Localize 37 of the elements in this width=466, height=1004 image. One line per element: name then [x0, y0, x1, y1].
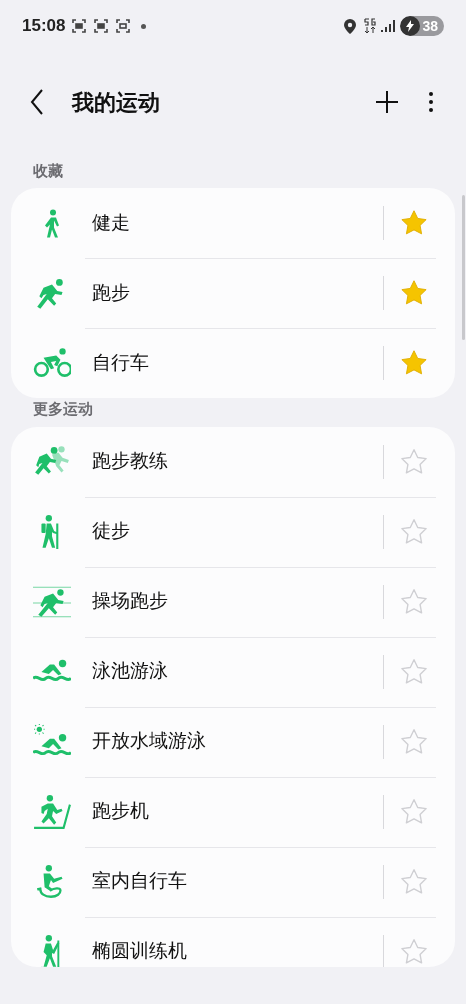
charging-icon: [406, 20, 415, 32]
section-header: 更多运动: [33, 399, 93, 419]
section-header: 收藏: [33, 160, 63, 181]
signal-icon: [381, 20, 396, 32]
favorite-star-icon[interactable]: [400, 279, 428, 307]
walking-figure-icon: [44, 208, 60, 238]
star-outline-icon[interactable]: [400, 517, 428, 546]
activity-label[interactable]: 健走: [92, 208, 383, 238]
star-outline-icon[interactable]: [400, 447, 428, 476]
activity-label[interactable]: 室内自行车: [92, 867, 383, 896]
favorite-star-icon[interactable]: [400, 209, 428, 237]
activity-label[interactable]: 跑步机: [92, 797, 383, 826]
page-title: 我的运动: [72, 88, 160, 117]
activity-label[interactable]: 泳池游泳: [92, 657, 383, 686]
screenshot-icon: [115, 18, 132, 34]
location-icon: [344, 18, 357, 34]
activity-label[interactable]: 自行车: [92, 348, 383, 378]
activity-label[interactable]: 椭圆训练机: [92, 937, 383, 966]
treadmill-runner-icon: [33, 793, 71, 830]
status-time: 15:08: [22, 15, 66, 38]
star-outline-icon[interactable]: [400, 937, 428, 966]
screen-recorder-icon: [71, 18, 88, 34]
activity-label[interactable]: 跑步教练: [92, 447, 383, 476]
star-outline-icon[interactable]: [400, 797, 428, 826]
star-outline-icon[interactable]: [400, 727, 428, 756]
favorite-star-icon[interactable]: [400, 349, 428, 377]
star-outline-icon[interactable]: [400, 587, 428, 616]
activity-label[interactable]: 开放水域游泳: [92, 727, 383, 756]
battery-level: 38: [422, 16, 438, 36]
star-outline-icon[interactable]: [400, 657, 428, 686]
activity-label[interactable]: 跑步: [92, 278, 383, 308]
activity-label[interactable]: 徒步: [92, 517, 383, 546]
mobile-data-icon: [364, 18, 377, 34]
activity-label[interactable]: 操场跑步: [92, 587, 383, 616]
star-outline-icon[interactable]: [400, 867, 428, 896]
add-button[interactable]: [374, 89, 400, 115]
screen-recorder-icon: [93, 18, 110, 34]
